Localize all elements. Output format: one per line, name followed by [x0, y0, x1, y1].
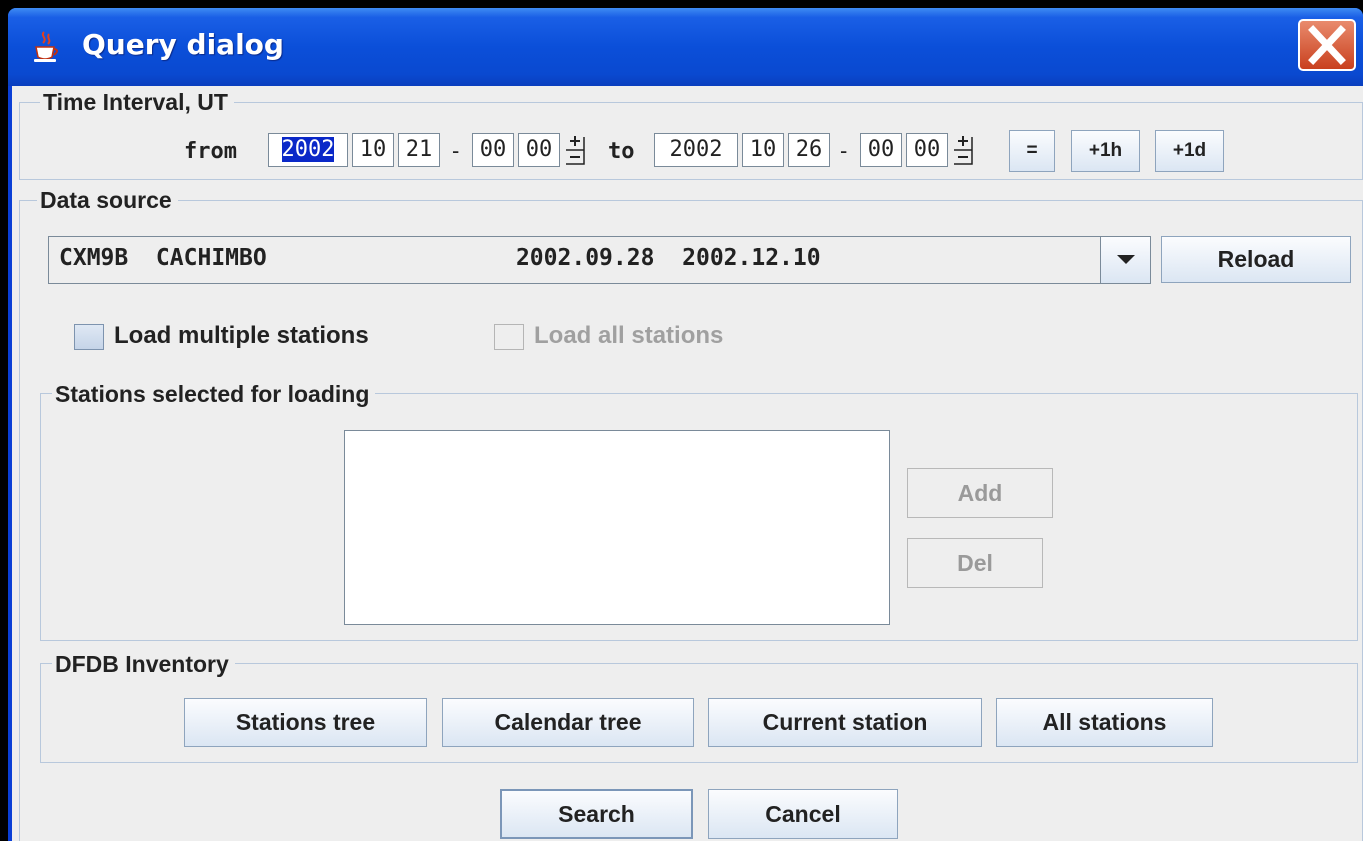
- from-hour-field[interactable]: 00: [472, 133, 514, 167]
- from-year-field[interactable]: 2002: [268, 133, 348, 167]
- from-spinner-icon[interactable]: [564, 133, 586, 167]
- station-combo-value: CXM9B CACHIMBO 2002.09.28 2002.12.10: [59, 245, 821, 271]
- to-month-field[interactable]: 10: [742, 133, 784, 167]
- close-x-icon: [1308, 25, 1346, 65]
- close-button[interactable]: [1298, 19, 1356, 71]
- chevron-down-icon[interactable]: [1100, 237, 1150, 283]
- window-title: Query dialog: [82, 28, 284, 61]
- to-spinner-icon[interactable]: [952, 133, 974, 167]
- stations-selected-list[interactable]: [344, 430, 890, 625]
- time-interval-legend: Time Interval, UT: [40, 89, 234, 116]
- plus-hour-button[interactable]: +1h: [1071, 130, 1140, 172]
- to-dash: -: [840, 138, 848, 163]
- load-all-checkbox[interactable]: [494, 324, 524, 350]
- java-cup-icon: [34, 31, 58, 62]
- from-day-field[interactable]: 21: [398, 133, 440, 167]
- from-label: from: [184, 139, 237, 164]
- title-bar[interactable]: Query dialog: [8, 8, 1363, 86]
- to-minute-field[interactable]: 00: [906, 133, 948, 167]
- reload-button[interactable]: Reload: [1161, 236, 1351, 283]
- to-day-field[interactable]: 26: [788, 133, 830, 167]
- data-source-legend: Data source: [37, 187, 178, 214]
- add-button[interactable]: Add: [907, 468, 1053, 518]
- equal-button[interactable]: =: [1009, 130, 1055, 172]
- to-label: to: [608, 139, 635, 164]
- stations-tree-button[interactable]: Stations tree: [184, 698, 427, 747]
- to-year-field[interactable]: 2002: [654, 133, 738, 167]
- load-multiple-checkbox[interactable]: [74, 324, 104, 350]
- to-hour-field[interactable]: 00: [860, 133, 902, 167]
- load-multiple-label[interactable]: Load multiple stations: [114, 322, 369, 350]
- dfdb-inventory-legend: DFDB Inventory: [52, 651, 235, 678]
- query-dialog-window: Query dialog Time Interval, UT from 2002…: [8, 8, 1363, 841]
- del-button[interactable]: Del: [907, 538, 1043, 588]
- from-minute-field[interactable]: 00: [518, 133, 560, 167]
- all-stations-button[interactable]: All stations: [996, 698, 1213, 747]
- cancel-button[interactable]: Cancel: [708, 789, 898, 839]
- stations-selected-legend: Stations selected for loading: [52, 381, 376, 408]
- current-station-button[interactable]: Current station: [708, 698, 982, 747]
- load-all-label: Load all stations: [534, 322, 724, 349]
- search-button[interactable]: Search: [500, 789, 693, 839]
- station-combo-box[interactable]: CXM9B CACHIMBO 2002.09.28 2002.12.10: [48, 236, 1151, 284]
- plus-day-button[interactable]: +1d: [1155, 130, 1224, 172]
- from-dash: -: [452, 138, 460, 163]
- dialog-content: Time Interval, UT from 2002 10 21 - 00 0…: [12, 86, 1363, 841]
- calendar-tree-button[interactable]: Calendar tree: [442, 698, 694, 747]
- from-month-field[interactable]: 10: [352, 133, 394, 167]
